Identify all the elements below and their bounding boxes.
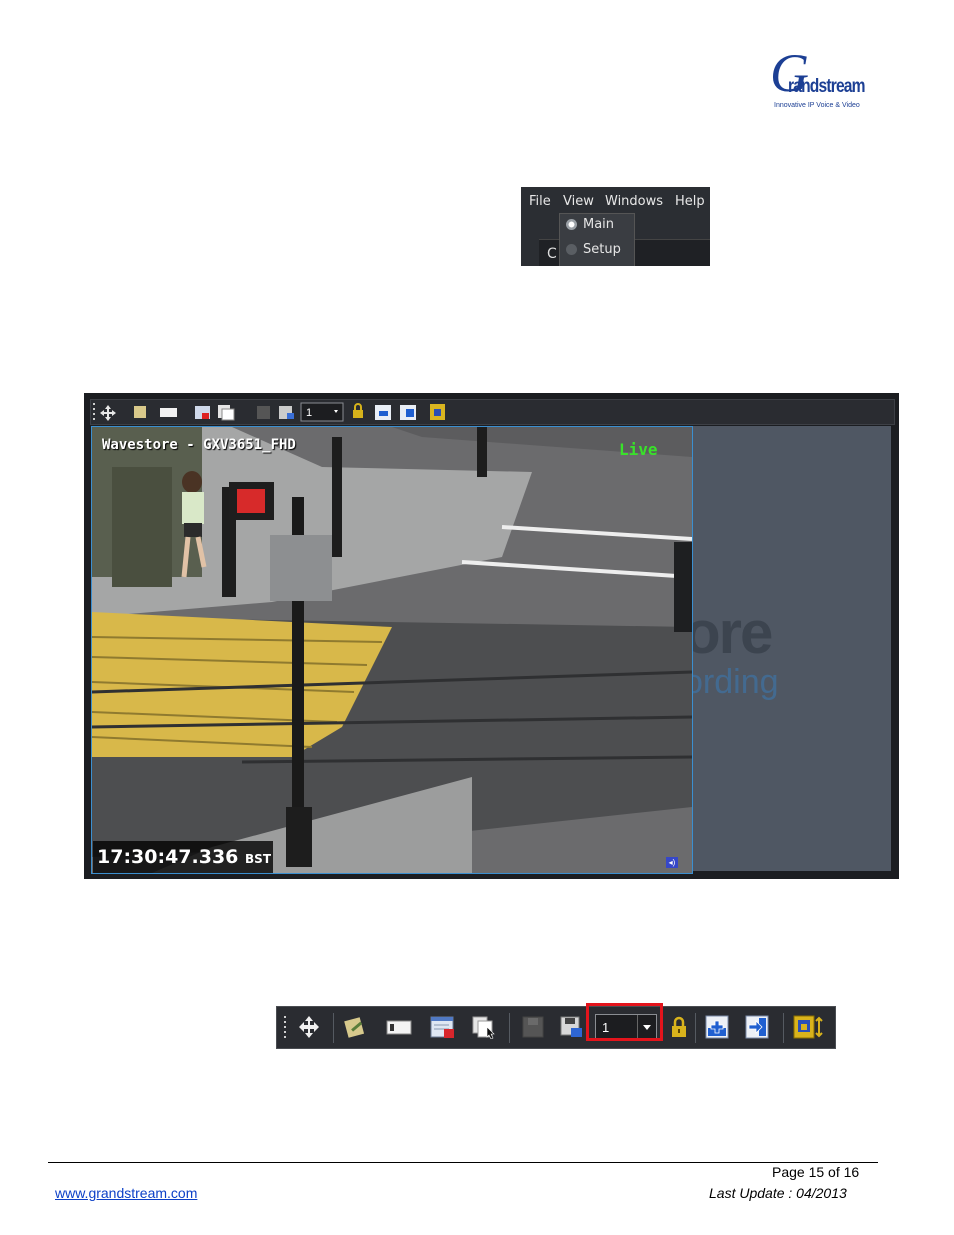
menu-help[interactable]: Help bbox=[675, 194, 705, 209]
copy-layout-icon[interactable] bbox=[471, 1015, 499, 1039]
item-label: Main bbox=[583, 217, 615, 232]
save-icon[interactable] bbox=[559, 1015, 583, 1039]
toolbar-separator bbox=[695, 1013, 696, 1043]
camera-scene-image bbox=[92, 427, 692, 873]
viewer-screenshot: 1 ore ording Wavestore - GXV3651_FHD Liv… bbox=[84, 393, 899, 879]
camera-video-tile[interactable]: Wavestore - GXV3651_FHD Live 17:30:47.33… bbox=[91, 426, 693, 874]
live-indicator: Live bbox=[619, 440, 658, 459]
view-dropdown: Main Setup bbox=[559, 213, 635, 266]
logo-tagline: Innovative IP Voice & Video bbox=[774, 102, 860, 109]
background-brand-subtext: ording bbox=[684, 663, 779, 701]
website-link[interactable]: www.grandstream.com bbox=[55, 1185, 197, 1201]
move-icon[interactable] bbox=[297, 1015, 321, 1039]
logo-word: randstream bbox=[788, 76, 865, 97]
viewer-toolbar-icons: 1 bbox=[93, 402, 445, 422]
toolbar-zoom-screenshot: 1 bbox=[276, 1003, 836, 1049]
behind-text: C bbox=[547, 246, 557, 262]
item-label: Setup bbox=[583, 242, 621, 257]
menu-view[interactable]: View bbox=[563, 194, 594, 209]
background-brand-text: ore bbox=[684, 599, 773, 666]
toolbar-separator bbox=[783, 1013, 784, 1043]
last-update: Last Update : 04/2013 bbox=[709, 1185, 847, 1201]
close-layout-icon[interactable] bbox=[429, 1015, 457, 1039]
add-view-icon[interactable] bbox=[705, 1015, 729, 1039]
menu-bar: File View Windows Help bbox=[521, 187, 710, 215]
grandstream-logo: G randstream Innovative IP Voice & Video bbox=[770, 46, 880, 116]
view-menu-item-main[interactable]: Main bbox=[566, 217, 614, 239]
menu-windows[interactable]: Windows bbox=[605, 194, 663, 209]
lock-icon[interactable] bbox=[667, 1015, 691, 1039]
timezone: BST bbox=[245, 852, 272, 866]
page-number: Page 15 of 16 bbox=[772, 1164, 860, 1180]
footer-rule bbox=[48, 1162, 878, 1163]
record-icon[interactable] bbox=[521, 1015, 545, 1039]
viewer-select-value: 1 bbox=[306, 407, 312, 419]
timestamp-overlay: 17:30:47.336 BST bbox=[93, 841, 273, 873]
audio-icon[interactable]: ◂) bbox=[666, 857, 678, 868]
export-view-icon[interactable] bbox=[745, 1015, 769, 1039]
timestamp: 17:30:47.336 bbox=[97, 846, 239, 868]
view-menu-screenshot: File View Windows Help C Main Setup bbox=[521, 187, 710, 266]
edit-icon[interactable] bbox=[343, 1015, 367, 1039]
radio-empty-icon bbox=[566, 244, 577, 255]
camera-title: Wavestore - GXV3651_FHD bbox=[102, 437, 296, 453]
toolbar-separator bbox=[509, 1013, 510, 1043]
alarm-icon[interactable] bbox=[793, 1015, 823, 1039]
menu-file[interactable]: File bbox=[529, 194, 551, 209]
drag-handle-icon[interactable] bbox=[281, 1015, 291, 1039]
radio-selected-icon bbox=[566, 219, 577, 230]
view-menu-item-setup[interactable]: Setup bbox=[566, 242, 621, 264]
window-icon[interactable] bbox=[385, 1015, 413, 1039]
toolbar-separator bbox=[333, 1013, 334, 1043]
highlight-box bbox=[586, 1003, 663, 1041]
viewer-toolbar: 1 bbox=[90, 399, 895, 425]
